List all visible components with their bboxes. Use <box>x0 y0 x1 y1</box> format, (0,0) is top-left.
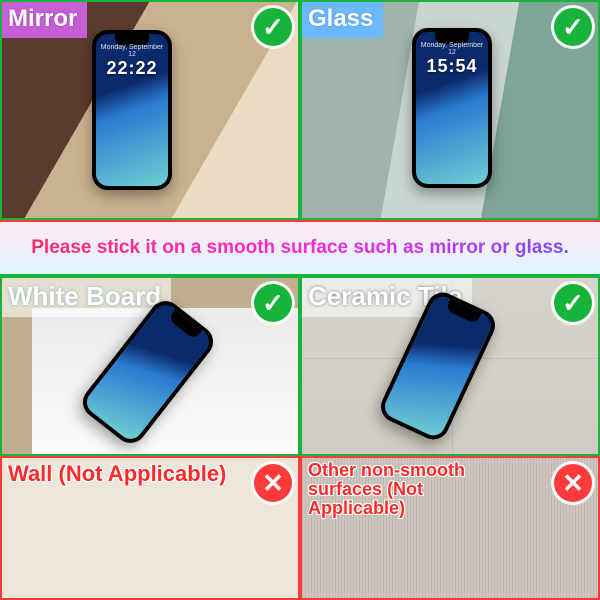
label-wall-na: (Not Applicable) <box>59 461 227 486</box>
check-icon: ✓ <box>254 8 292 46</box>
phone-clock: 15:54 <box>416 56 488 77</box>
panel-mirror: Mirror ✓ Monday, September 12 22:22 <box>0 0 300 220</box>
instruction-text: Please stick it on a smooth surface such… <box>31 237 568 259</box>
instruction-banner: Please stick it on a smooth surface such… <box>0 220 600 276</box>
label-whiteboard: White Board <box>2 278 171 317</box>
panel-other-surfaces: Other non-smooth surfaces (Not Applicabl… <box>300 456 600 600</box>
phone-on-mirror: Monday, September 12 22:22 <box>92 30 172 190</box>
label-mirror: Mirror <box>2 2 87 38</box>
phone-clock: 22:22 <box>96 58 168 79</box>
panel-whiteboard: White Board ✓ <box>0 276 300 456</box>
phone-date: Monday, September 12 <box>96 44 168 58</box>
surface-grid: Mirror ✓ Monday, September 12 22:22 Glas… <box>0 0 600 600</box>
panel-ceramic-tile: Ceramic Tile ✓ <box>300 276 600 456</box>
cross-icon: ✕ <box>254 464 292 502</box>
check-icon: ✓ <box>254 284 292 322</box>
label-wall-text: Wall <box>8 461 59 486</box>
label-other: Other non-smooth surfaces (Not Applicabl… <box>302 458 512 523</box>
panel-wall: Wall (Not Applicable) ✕ <box>0 456 300 600</box>
phone-on-glass: Monday, September 12 15:54 <box>412 28 492 188</box>
check-icon: ✓ <box>554 284 592 322</box>
label-glass: Glass <box>302 2 383 38</box>
check-icon: ✓ <box>554 8 592 46</box>
cross-icon: ✕ <box>554 464 592 502</box>
panel-glass: Glass ✓ Monday, September 12 15:54 <box>300 0 600 220</box>
phone-on-whiteboard <box>77 295 220 450</box>
phone-date: Monday, September 12 <box>416 42 488 56</box>
label-wall: Wall (Not Applicable) <box>2 458 236 492</box>
